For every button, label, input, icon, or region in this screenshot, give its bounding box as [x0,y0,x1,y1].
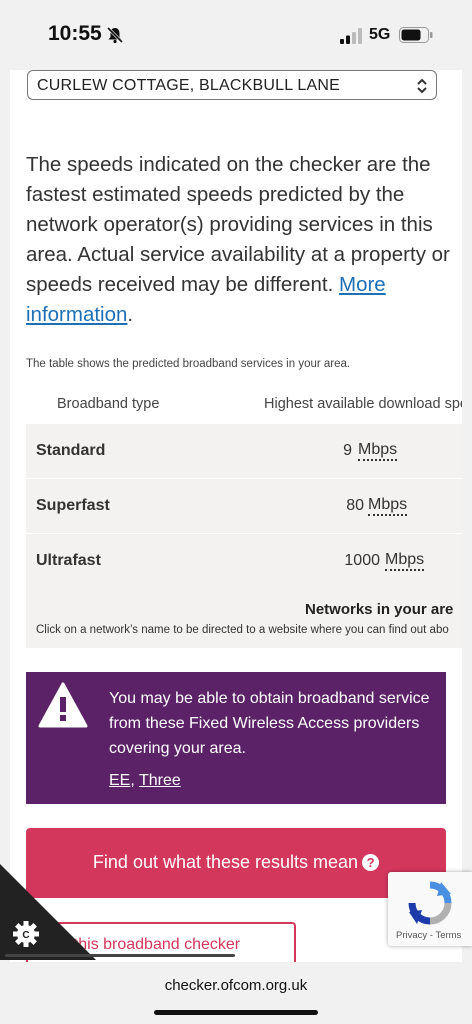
clock: 10:55 [48,22,102,45]
cta-text: Find out what these results mean [92,852,359,872]
browser-url-bar[interactable]: checker.ofcom.org.uk [0,962,472,1024]
networks-note: Click on a network’s name to be directed… [36,624,449,636]
status-bar: 10:55 5G [0,0,472,70]
provider-separator: , [130,772,139,789]
networks-section: Networks in your are Click on a network’… [26,588,462,648]
speed-disclaimer: The speeds indicated on the checker are … [26,150,450,330]
recaptcha-icon [408,881,452,925]
column-header-type: Broadband type [57,396,160,412]
recaptcha-badge[interactable]: Privacy - Terms [388,872,472,946]
question-icon: ? [362,854,380,871]
speed-value: 1000 [344,552,380,569]
page-progress-line [5,954,235,957]
alert-message: You may be able to obtain broadband serv… [109,690,430,757]
home-indicator[interactable] [154,1010,318,1015]
networks-heading: Networks in your are [305,601,454,618]
broadband-type: Standard [36,442,106,459]
address-select[interactable]: CURLEW COTTAGE, BLACKBULL LANE [27,70,437,100]
speed-unit: Mbps [358,442,398,461]
speed-unit: Mbps [385,552,425,571]
speed-unit: Mbps [368,497,408,516]
table-row: Standard 9 Mbps [26,424,462,478]
svg-text:C: C [22,930,29,941]
url-text: checker.ofcom.org.uk [164,977,308,994]
broadband-type: Superfast [36,497,110,514]
broadband-type: Ultrafast [36,552,101,569]
recaptcha-terms-link[interactable]: Terms [435,930,461,941]
table-row: Ultrafast 1000 Mbps [26,534,462,588]
settings-gear-icon[interactable]: C [0,864,96,960]
recaptcha-links: Privacy - Terms [396,930,461,941]
battery-icon [399,27,433,43]
select-chevron-icon [417,78,427,94]
disclaimer-text: The speeds indicated on the checker are … [26,153,450,296]
column-header-speed: Highest available download spe [264,396,462,412]
address-select-value: CURLEW COTTAGE, BLACKBULL LANE [37,77,340,94]
table-row: Superfast 80 Mbps [26,479,462,533]
speed-value: 80 [346,497,364,514]
warning-icon [38,682,88,728]
bell-muted-icon [106,26,124,44]
recaptcha-privacy-link[interactable]: Privacy [396,930,427,941]
fixed-wireless-alert: You may be able to obtain broadband serv… [26,672,446,804]
table-caption: The table shows the predicted broadband … [26,358,351,370]
disclaimer-end: . [127,303,134,326]
cellular-signal-icon [340,28,362,44]
provider-link-three[interactable]: Three [139,772,181,789]
provider-links: EE, Three [109,772,181,790]
provider-link-ee[interactable]: EE [109,772,130,789]
speed-value: 9 [343,442,352,459]
network-type: 5G [369,26,391,43]
web-page: CURLEW COTTAGE, BLACKBULL LANE The speed… [10,70,462,962]
